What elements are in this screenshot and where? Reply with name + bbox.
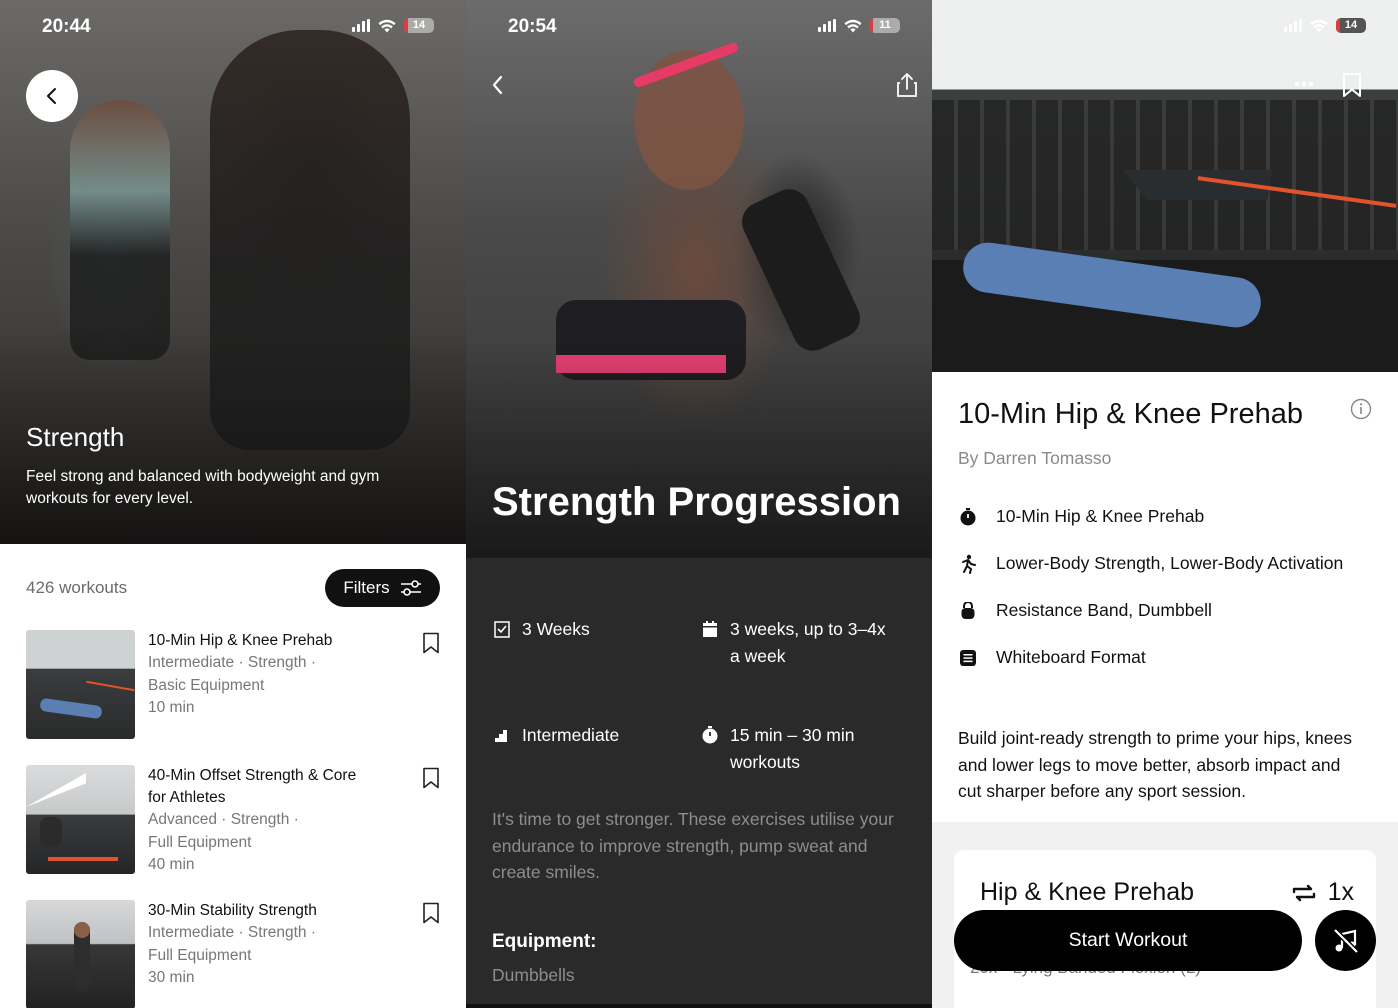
workout-meta-equipment: Full Equipment — [148, 833, 252, 851]
workout-meta-duration: 30 min — [148, 969, 195, 986]
signal-icon — [352, 19, 370, 32]
equipment-value: Dumbbells — [492, 965, 575, 985]
bottom-divider — [466, 1004, 932, 1008]
stopwatch-icon — [960, 507, 976, 525]
info-icon[interactable] — [1350, 398, 1372, 420]
attribute-focus: Lower-Body Strength, Lower-Body Activati… — [958, 553, 1343, 574]
workout-description: Build joint-ready strength to prime your… — [958, 728, 1352, 801]
status-icons: 11 — [818, 18, 900, 33]
repeat-icon — [1292, 884, 1315, 901]
status-time: 20:54 — [508, 16, 557, 37]
attribute-equipment: Resistance Band, Dumbbell — [958, 600, 1212, 621]
battery-indicator: 11 — [870, 18, 900, 33]
program-session-length-text: 15 min – 30 min workouts — [730, 725, 855, 772]
battery-indicator: 14 — [404, 18, 434, 33]
sliders-icon — [400, 580, 421, 596]
status-bar: 20:54 11 — [466, 0, 932, 54]
list-item[interactable]: 10-Min Hip & Knee Prehab Intermediate · … — [26, 630, 446, 740]
program-title: Strength Progression — [492, 480, 901, 524]
program-duration: 3 Weeks — [492, 616, 682, 643]
program-duration-text: 3 Weeks — [522, 619, 590, 639]
section-title: Hip & Knee Prehab — [980, 878, 1195, 906]
signal-icon — [818, 19, 836, 32]
attribute-format: Whiteboard Format — [958, 647, 1146, 668]
music-toggle-button[interactable] — [1315, 910, 1376, 971]
program-session-length: 15 min – 30 min workouts — [700, 722, 900, 775]
running-figure-icon — [962, 554, 976, 574]
start-workout-button[interactable]: Start Workout — [954, 910, 1302, 971]
list-item[interactable]: 30-Min Stability Strength Intermediate ·… — [26, 900, 446, 1008]
workout-count: 426 workouts — [26, 578, 128, 597]
workout-title: 10-Min Hip & Knee Prehab — [148, 632, 333, 649]
attribute-duration: 10-Min Hip & Knee Prehab — [958, 506, 1204, 527]
program-detail-screen: 20:54 11 Strength Progression 3 Weeks 3 … — [466, 0, 932, 1008]
workout-meta-level: Advanced · Strength · — [148, 811, 299, 828]
workout-meta-level: Intermediate · Strength · — [148, 654, 316, 671]
hero-gradient — [466, 338, 932, 558]
signal-icon — [1284, 19, 1302, 32]
kettlebell-icon — [961, 601, 975, 619]
program-level: Intermediate — [492, 722, 682, 749]
hero-image — [932, 0, 1398, 372]
battery-indicator: 14 — [1336, 18, 1366, 33]
music-off-icon — [1332, 927, 1359, 954]
bookmark-icon[interactable] — [422, 902, 440, 924]
bookmark-icon[interactable] — [422, 632, 440, 654]
calendar-check-icon — [494, 621, 510, 638]
workout-title: 40-Min Offset Strength & Core for Athlet… — [148, 767, 357, 806]
equipment-label: Equipment: — [492, 931, 597, 952]
workout-title: 30-Min Stability Strength — [148, 902, 317, 919]
status-icons: 14 — [1284, 18, 1366, 33]
section-repeat: 1x — [1290, 878, 1354, 907]
hero-figure-head — [634, 50, 744, 190]
more-options-icon[interactable] — [1294, 80, 1314, 88]
category-description: Feel strong and balanced with bodyweight… — [26, 468, 380, 507]
back-chevron-icon[interactable] — [490, 74, 506, 96]
calendar-icon — [703, 621, 717, 637]
bookmark-icon[interactable] — [422, 767, 440, 789]
program-description: It's time to get stronger. These exercis… — [492, 809, 894, 882]
attribute-format-text: Whiteboard Format — [996, 647, 1146, 667]
category-title: Strength — [26, 422, 125, 452]
filters-label: Filters — [343, 578, 390, 597]
workout-meta-level: Intermediate · Strength · — [148, 924, 316, 941]
status-bar: 20:44 14 — [0, 0, 466, 54]
attribute-duration-text: 10-Min Hip & Knee Prehab — [996, 506, 1205, 526]
workout-author: By Darren Tomasso — [958, 448, 1112, 468]
list-item[interactable]: 40-Min Offset Strength & Core for Athlet… — [26, 765, 446, 875]
list-icon — [960, 649, 976, 666]
program-frequency: 3 weeks, up to 3–4x a week — [700, 616, 900, 669]
share-icon[interactable] — [896, 72, 918, 98]
program-frequency-text: 3 weeks, up to 3–4x a week — [730, 619, 886, 666]
status-icons: 14 — [352, 18, 434, 33]
stopwatch-icon — [702, 726, 718, 744]
workout-thumbnail — [26, 630, 135, 739]
workout-thumbnail — [26, 765, 135, 874]
workout-meta-equipment: Full Equipment — [148, 946, 252, 964]
workout-thumbnail — [26, 900, 135, 1008]
attribute-focus-text: Lower-Body Strength, Lower-Body Activati… — [996, 553, 1344, 573]
hero-image — [466, 0, 932, 558]
workouts-category-screen: 20:44 14 Strength Feel strong and balanc… — [0, 0, 466, 1008]
workout-meta-equipment: Basic Equipment — [148, 676, 265, 694]
workout-meta-duration: 40 min — [148, 856, 195, 873]
workout-title: 10-Min Hip & Knee Prehab — [958, 398, 1303, 430]
level-bars-icon — [495, 730, 507, 742]
workout-meta-duration: 10 min — [148, 699, 195, 716]
wifi-icon — [1310, 19, 1328, 32]
filters-button[interactable]: Filters — [325, 569, 440, 607]
attribute-equipment-text: Resistance Band, Dumbbell — [996, 600, 1212, 620]
workout-detail-screen: 14 10-Min Hip & Knee Prehab By Darren To… — [932, 0, 1398, 1008]
repeat-count: 1x — [1327, 878, 1354, 906]
bookmark-icon[interactable] — [1342, 72, 1362, 98]
wifi-icon — [378, 19, 396, 32]
program-level-text: Intermediate — [522, 725, 620, 745]
hero-dumbbell — [735, 182, 867, 358]
wifi-icon — [844, 19, 862, 32]
hero-figure-woman — [70, 100, 170, 360]
status-bar: 14 — [932, 0, 1398, 54]
chevron-left-icon — [47, 88, 56, 104]
status-time: 20:44 — [42, 16, 91, 37]
back-button[interactable] — [26, 70, 78, 122]
